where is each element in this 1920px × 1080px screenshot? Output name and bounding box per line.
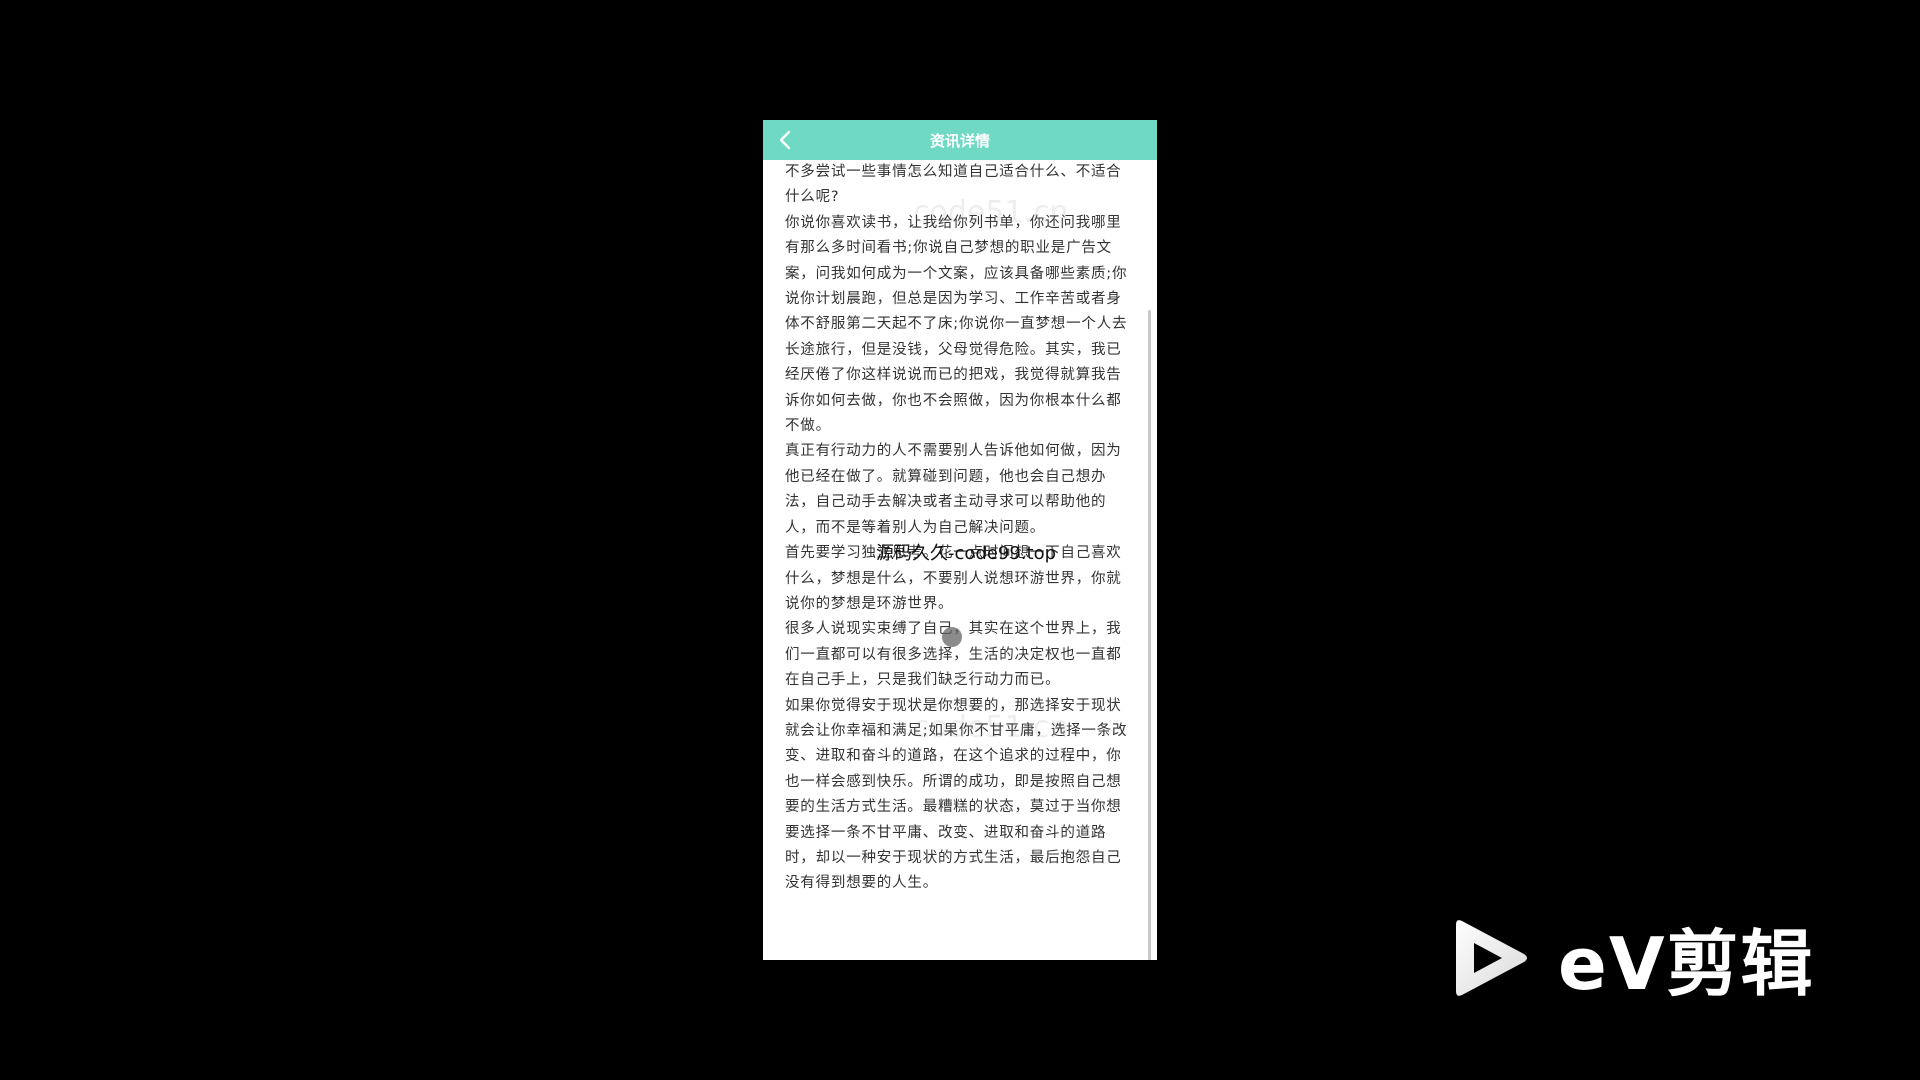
- article-paragraph: 真正有行动力的人不需要别人告诉他如何做，因为他已经在做了。就算碰到问题，他也会自…: [785, 443, 1122, 536]
- scrollbar[interactable]: [1148, 310, 1151, 960]
- article-paragraph: 你说你喜欢读书，让我给你列书单，你还问我哪里有那么多时间看书;你说自己梦想的职业…: [785, 214, 1128, 435]
- page-title: 资讯详情: [929, 131, 990, 150]
- ev-logo-text: eV剪辑: [1558, 922, 1815, 1006]
- overlay-watermark: 源码久久-code99.top: [876, 543, 1057, 564]
- article-paragraph: 如果你觉得安于现状是你想要的，那选择安于现状就会让你幸福和满足;如果你不甘平庸，…: [785, 697, 1128, 892]
- play-icon: [1456, 919, 1527, 996]
- article-body: 不多尝试一些事情怎么知道自己适合什么、不适合什么呢? 你说你喜欢读书，让我给你列…: [785, 160, 1135, 897]
- app-header: 资讯详情: [763, 120, 1157, 160]
- back-button[interactable]: [771, 126, 799, 154]
- article-paragraph: 很多人说现实束缚了自己，其实在这个世界上，我们一直都可以有很多选择，生活的决定权…: [785, 621, 1122, 689]
- cursor-indicator: [942, 627, 962, 647]
- article-paragraph: 不多尝试一些事情怎么知道自己适合什么、不适合什么呢?: [785, 164, 1122, 206]
- chevron-left-icon: [779, 130, 791, 150]
- ev-logo: eV剪辑: [1452, 905, 1815, 1010]
